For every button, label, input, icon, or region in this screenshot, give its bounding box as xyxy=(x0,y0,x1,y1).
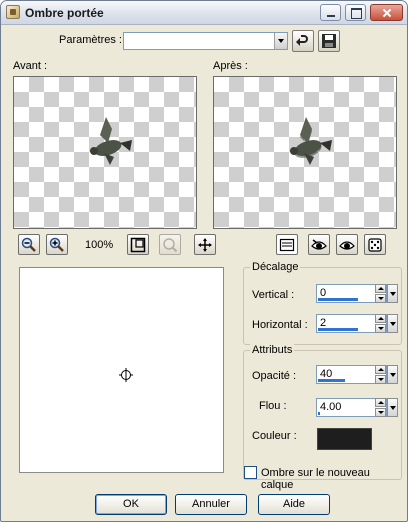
opacity-up-arrow[interactable] xyxy=(375,365,386,374)
randomize-button[interactable] xyxy=(364,234,386,255)
close-button[interactable] xyxy=(370,4,403,21)
blur-slider-bar xyxy=(318,412,320,415)
horizontal-label: Horizontal : xyxy=(252,319,308,331)
eye-icon xyxy=(339,241,355,250)
after-preview[interactable] xyxy=(213,76,397,229)
dice-icon xyxy=(368,238,382,252)
before-label: Avant : xyxy=(13,60,48,72)
opacity-slider-bar xyxy=(318,379,345,382)
zoom-out-icon xyxy=(21,237,36,252)
horizontal-down-arrow[interactable] xyxy=(375,324,386,333)
title-bar[interactable]: Ombre portée xyxy=(1,1,407,25)
horizontal-dropdown[interactable] xyxy=(387,314,398,333)
fit-button[interactable] xyxy=(127,234,149,255)
fit-icon xyxy=(130,237,146,253)
save-icon xyxy=(322,34,336,48)
opacity-label: Opacité : xyxy=(252,370,297,382)
zoom-in-icon xyxy=(49,237,64,252)
window-title: Ombre portée xyxy=(25,6,104,20)
zoom-out-button[interactable] xyxy=(18,234,40,255)
new-layer-checkbox[interactable] xyxy=(244,466,257,479)
cancel-button[interactable]: Annuler xyxy=(175,494,247,515)
dialog-body: Paramètres : Avant : Après : 100% Décala… xyxy=(7,28,402,516)
selection-button[interactable] xyxy=(276,234,298,255)
ok-button[interactable]: OK xyxy=(95,494,167,515)
bird-icon xyxy=(290,117,332,165)
new-layer-label: Ombre sur le nouveau calque xyxy=(261,467,370,491)
chevron-down-icon[interactable] xyxy=(274,33,287,49)
maximize-button[interactable] xyxy=(345,4,366,21)
proof-button[interactable] xyxy=(308,234,330,255)
app-icon xyxy=(6,5,20,19)
selection-icon xyxy=(279,238,295,252)
shadow-color-swatch[interactable] xyxy=(317,428,372,450)
vertical-down-arrow[interactable] xyxy=(375,294,386,303)
opacity-dropdown[interactable] xyxy=(387,365,398,384)
zoom-in-button[interactable] xyxy=(46,234,68,255)
pan-button[interactable] xyxy=(194,234,216,255)
help-button[interactable]: Aide xyxy=(258,494,330,515)
params-label: Paramètres : xyxy=(59,34,122,46)
horizontal-spinner[interactable] xyxy=(375,314,386,333)
vertical-up-arrow[interactable] xyxy=(375,284,386,293)
bird-icon xyxy=(90,117,132,165)
vertical-label: Vertical : xyxy=(252,289,295,301)
horizontal-up-arrow[interactable] xyxy=(375,314,386,323)
reset-icon xyxy=(296,35,308,46)
eye-icon xyxy=(311,239,327,250)
color-label: Couleur : xyxy=(252,430,297,442)
zoom-reset-icon xyxy=(163,238,178,253)
after-label: Après : xyxy=(213,60,248,72)
zoom-reset-button[interactable] xyxy=(159,234,181,255)
pan-icon xyxy=(198,238,212,252)
zoom-level: 100% xyxy=(85,239,114,251)
auto-proof-button[interactable] xyxy=(336,234,358,255)
opacity-down-arrow[interactable] xyxy=(375,375,386,384)
offset-group: Décalage xyxy=(243,261,402,345)
params-dropdown[interactable] xyxy=(123,32,288,50)
blur-label: Flou : xyxy=(259,400,287,412)
vertical-slider-bar xyxy=(318,298,358,301)
crosshair-icon[interactable] xyxy=(119,368,133,382)
opacity-spinner[interactable] xyxy=(375,365,386,384)
blur-up-arrow[interactable] xyxy=(375,398,386,407)
vertical-spinner[interactable] xyxy=(375,284,386,303)
blur-down-arrow[interactable] xyxy=(375,408,386,417)
offset-preview-area[interactable] xyxy=(19,267,224,473)
horizontal-slider-bar xyxy=(318,328,358,331)
blur-value: 4.00 xyxy=(320,401,342,413)
blur-spinner[interactable] xyxy=(375,398,386,417)
save-button[interactable] xyxy=(318,30,340,52)
attributes-group-title: Attributs xyxy=(250,344,295,356)
dialog-window: Ombre portée Paramètres : Avant : Après … xyxy=(0,0,408,522)
before-preview[interactable] xyxy=(13,76,197,229)
reset-button[interactable] xyxy=(292,30,314,52)
vertical-dropdown[interactable] xyxy=(387,284,398,303)
offset-group-title: Décalage xyxy=(250,261,301,273)
blur-dropdown[interactable] xyxy=(387,398,398,417)
minimize-button[interactable] xyxy=(320,4,341,21)
